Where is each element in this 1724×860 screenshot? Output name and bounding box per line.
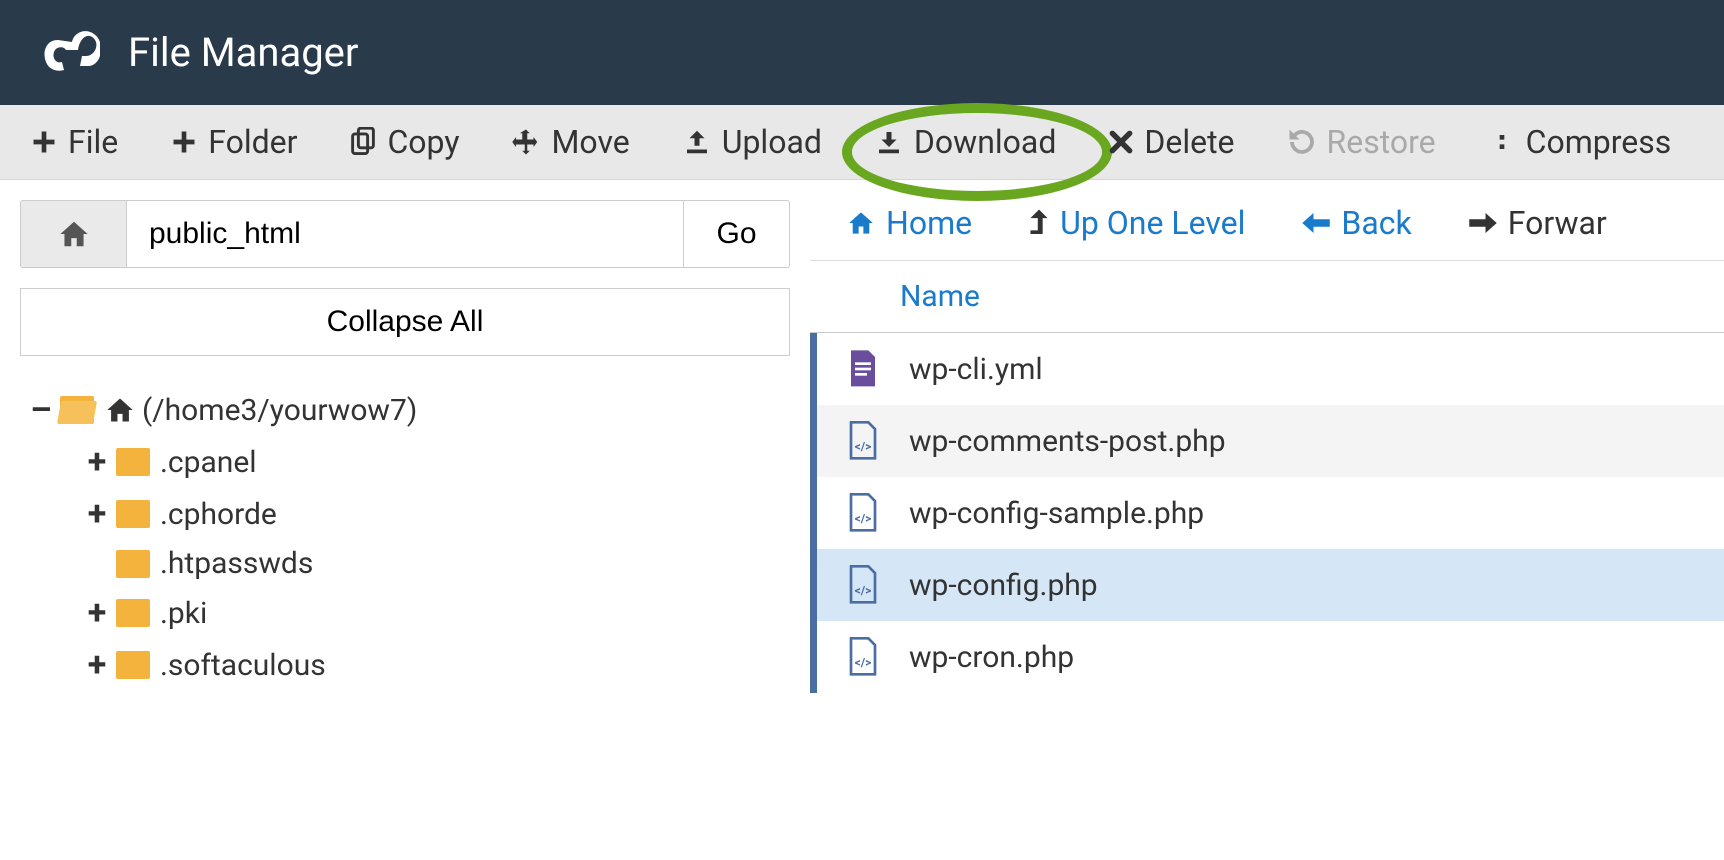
upload-icon [682, 127, 712, 157]
nav-forward[interactable]: Forwar [1468, 204, 1607, 242]
level-up-icon [1028, 208, 1050, 238]
folder-tree: – (/home3/yourwow7) + .cpanel + .cphorde [20, 384, 790, 691]
tree-item[interactable]: + .cpanel [28, 436, 790, 488]
expand-toggle-icon[interactable]: + [84, 442, 110, 482]
toolbar: File Folder Copy Move Upload Download [0, 105, 1724, 180]
nav-home-label: Home [886, 204, 972, 242]
app-title: File Manager [128, 29, 358, 76]
app-header: File Manager [0, 0, 1724, 105]
tree-item[interactable]: + .pki [28, 587, 790, 639]
restore-icon [1287, 127, 1317, 157]
folder-button-label: Folder [208, 123, 297, 161]
delete-button-label: Delete [1144, 123, 1234, 161]
svg-text:</>: </> [855, 655, 872, 669]
file-table: Name wp-cli.yml </> wp-comments-post.php… [810, 260, 1724, 693]
download-icon [874, 127, 904, 157]
sidebar: Go Collapse All – (/home3/yourwow7) + .c… [0, 180, 810, 782]
folder-icon [116, 448, 150, 476]
tree-root[interactable]: – (/home3/yourwow7) [28, 384, 790, 436]
tree-item-label: .softaculous [160, 648, 326, 683]
tree-item-label: .cphorde [160, 497, 277, 532]
download-button[interactable]: Download [874, 123, 1056, 161]
restore-button[interactable]: Restore [1287, 123, 1436, 161]
table-row[interactable]: </> wp-config.php [810, 549, 1724, 621]
nav-up[interactable]: Up One Level [1028, 204, 1245, 242]
nav-home[interactable]: Home [846, 204, 972, 242]
compress-icon [1488, 128, 1516, 156]
table-row[interactable]: </> wp-comments-post.php [810, 405, 1724, 477]
main-area: Go Collapse All – (/home3/yourwow7) + .c… [0, 180, 1724, 782]
path-input[interactable] [126, 200, 684, 268]
move-button-label: Move [551, 123, 629, 161]
compress-button[interactable]: Compress [1488, 123, 1672, 161]
file-yml-icon [833, 349, 893, 389]
folder-icon [116, 550, 150, 578]
copy-icon [349, 127, 377, 157]
download-button-label: Download [914, 123, 1056, 161]
nav-back[interactable]: Back [1301, 204, 1411, 242]
tree-root-label: (/home3/yourwow7) [142, 393, 417, 428]
home-icon [57, 219, 91, 249]
arrow-right-icon [1468, 211, 1498, 235]
folder-button[interactable]: Folder [170, 123, 297, 161]
tree-item[interactable]: + .softaculous [28, 639, 790, 691]
column-header-name[interactable]: Name [810, 261, 1724, 333]
cpanel-logo-icon [40, 30, 100, 76]
tree-item-label: .cpanel [160, 445, 257, 480]
svg-text:</>: </> [855, 511, 872, 525]
close-icon [1108, 129, 1134, 155]
folder-icon [116, 599, 150, 627]
folder-open-icon [60, 396, 94, 424]
plus-icon [30, 128, 58, 156]
nav-row: Home Up One Level Back Forwar [810, 194, 1724, 260]
tree-item[interactable]: .htpasswds [28, 540, 790, 587]
copy-button-label: Copy [387, 123, 459, 161]
file-php-icon: </> [833, 637, 893, 677]
svg-text:</>: </> [855, 439, 872, 453]
nav-back-label: Back [1341, 204, 1411, 242]
home-icon [846, 210, 876, 236]
home-button[interactable] [20, 200, 126, 268]
table-row[interactable]: wp-cli.yml [810, 333, 1724, 405]
tree-item-label: .pki [160, 596, 207, 631]
file-name: wp-config.php [893, 568, 1098, 603]
collapse-all-button[interactable]: Collapse All [20, 288, 790, 356]
expand-toggle-icon[interactable]: + [84, 593, 110, 633]
arrow-left-icon [1301, 211, 1331, 235]
expand-toggle-icon[interactable]: + [84, 494, 110, 534]
file-button[interactable]: File [30, 123, 118, 161]
move-button[interactable]: Move [511, 123, 629, 161]
move-icon [511, 127, 541, 157]
file-panel: Home Up One Level Back Forwar [810, 180, 1724, 782]
file-php-icon: </> [833, 565, 893, 605]
file-name: wp-cron.php [893, 640, 1074, 675]
folder-icon [116, 500, 150, 528]
file-button-label: File [68, 123, 118, 161]
tree-item[interactable]: + .cphorde [28, 488, 790, 540]
home-icon [104, 396, 136, 424]
folder-icon [116, 651, 150, 679]
nav-forward-label: Forwar [1508, 204, 1607, 242]
delete-button[interactable]: Delete [1108, 123, 1234, 161]
plus-icon [170, 128, 198, 156]
file-name: wp-comments-post.php [893, 424, 1226, 459]
restore-button-label: Restore [1327, 123, 1436, 161]
file-name: wp-config-sample.php [893, 496, 1204, 531]
svg-text:</>: </> [855, 583, 872, 597]
expand-toggle-icon[interactable]: + [84, 645, 110, 685]
file-name: wp-cli.yml [893, 352, 1043, 387]
collapse-toggle-icon[interactable]: – [28, 390, 54, 430]
table-row[interactable]: </> wp-cron.php [810, 621, 1724, 693]
upload-button[interactable]: Upload [682, 123, 822, 161]
table-row[interactable]: </> wp-config-sample.php [810, 477, 1724, 549]
file-php-icon: </> [833, 493, 893, 533]
go-button[interactable]: Go [684, 200, 790, 268]
tree-item-label: .htpasswds [160, 546, 313, 581]
copy-button[interactable]: Copy [349, 123, 459, 161]
compress-button-label: Compress [1526, 123, 1672, 161]
nav-up-label: Up One Level [1060, 204, 1245, 242]
file-php-icon: </> [833, 421, 893, 461]
upload-button-label: Upload [722, 123, 822, 161]
path-bar: Go [20, 200, 790, 268]
